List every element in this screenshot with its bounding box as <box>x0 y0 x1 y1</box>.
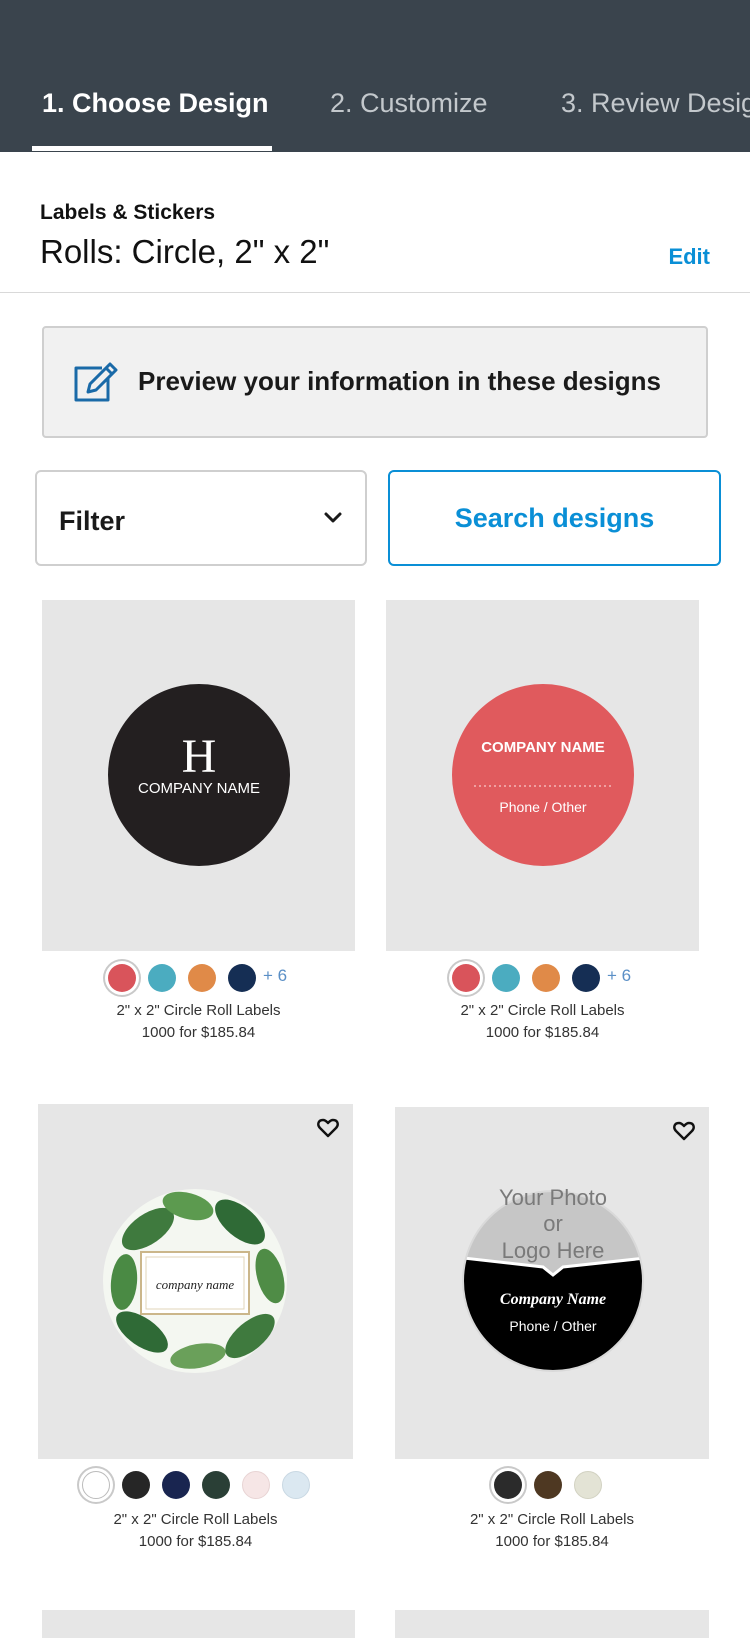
color-swatch[interactable] <box>122 1471 150 1499</box>
color-swatches <box>80 1471 330 1505</box>
step-choose-design[interactable]: 1. Choose Design <box>42 88 269 119</box>
design-art-phone: Phone / Other <box>499 799 587 815</box>
design-caption: 2" x 2" Circle Roll Labels 1000 for $185… <box>386 1000 699 1044</box>
step-bar: 1. Choose Design 2. Customize 3. Review … <box>0 0 750 152</box>
edit-icon <box>74 362 118 402</box>
design-art-company: company name <box>156 1277 235 1292</box>
color-swatch[interactable] <box>202 1471 230 1499</box>
design-card-image[interactable] <box>42 1610 355 1638</box>
design-preview-art: H COMPANY NAME <box>108 684 290 866</box>
filter-dropdown[interactable]: Filter <box>35 470 367 566</box>
color-swatch[interactable] <box>242 1471 270 1499</box>
design-preview-art: company name <box>103 1189 287 1373</box>
color-swatch[interactable] <box>162 1471 190 1499</box>
chevron-down-icon <box>324 512 342 523</box>
search-designs-button[interactable]: Search designs <box>388 470 721 566</box>
product-title: Rolls: Circle, 2" x 2" <box>40 233 330 270</box>
step-customize[interactable]: 2. Customize <box>330 88 488 119</box>
color-swatch[interactable] <box>574 1471 602 1499</box>
design-title: 2" x 2" Circle Roll Labels <box>113 1511 278 1528</box>
color-swatch[interactable] <box>188 964 216 992</box>
design-title: 2" x 2" Circle Roll Labels <box>469 1511 635 1528</box>
design-caption: 2" x 2" Circle Roll Labels 1000 for $185… <box>38 1509 353 1553</box>
design-art-phone: Phone / Other <box>509 1318 597 1334</box>
design-price: 1000 for $185.84 <box>141 1024 256 1041</box>
color-swatch[interactable] <box>572 964 600 992</box>
color-swatches <box>492 1471 622 1505</box>
active-step-indicator <box>32 146 272 151</box>
color-swatches: + 6 <box>106 964 306 998</box>
color-swatch[interactable] <box>534 1471 562 1499</box>
color-swatch[interactable] <box>532 964 560 992</box>
design-card-image[interactable]: Your Photo or Logo Here Company Name Pho… <box>395 1107 709 1459</box>
design-art-photo-line: Your Photo <box>499 1185 607 1210</box>
design-art-photo-line: or <box>543 1211 563 1236</box>
design-art-company: COMPANY NAME <box>138 780 260 797</box>
design-preview-art: COMPANY NAME Phone / Other <box>452 684 634 866</box>
step-review-design[interactable]: 3. Review Design <box>561 88 750 119</box>
design-price: 1000 for $185.84 <box>495 1533 609 1550</box>
design-art-company: Company Name <box>500 1291 606 1308</box>
design-art-monogram: H <box>182 730 217 783</box>
design-price: 1000 for $185.84 <box>485 1024 600 1041</box>
color-swatch[interactable] <box>494 1471 522 1499</box>
preview-info-text: Preview your information in these design… <box>138 366 662 396</box>
color-swatch[interactable] <box>108 964 136 992</box>
color-swatches: + 6 <box>450 964 650 998</box>
design-title: 2" x 2" Circle Roll Labels <box>116 1002 281 1019</box>
design-art-company: COMPANY NAME <box>481 739 605 756</box>
design-card-image[interactable] <box>395 1610 709 1638</box>
design-caption: 2" x 2" Circle Roll Labels 1000 for $185… <box>42 1000 355 1044</box>
design-preview-art: Your Photo or Logo Here Company Name Pho… <box>462 1185 644 1372</box>
edit-product-link[interactable]: Edit <box>668 244 710 270</box>
filter-label: Filter <box>59 506 126 536</box>
design-card-image[interactable]: COMPANY NAME Phone / Other <box>386 600 699 951</box>
design-caption: 2" x 2" Circle Roll Labels 1000 for $185… <box>395 1509 709 1553</box>
color-swatch[interactable] <box>228 964 256 992</box>
color-swatch[interactable] <box>148 964 176 992</box>
header-divider <box>0 292 750 293</box>
color-swatch[interactable] <box>452 964 480 992</box>
design-price: 1000 for $185.84 <box>138 1533 253 1550</box>
design-card-image[interactable]: company name <box>38 1104 353 1459</box>
more-colors-link[interactable]: + 6 <box>607 966 631 986</box>
design-title: 2" x 2" Circle Roll Labels <box>460 1002 625 1019</box>
design-art-photo-line: Logo Here <box>502 1238 605 1263</box>
design-card-image[interactable]: H COMPANY NAME <box>42 600 355 951</box>
color-swatch[interactable] <box>282 1471 310 1499</box>
preview-info-button[interactable]: Preview your information in these design… <box>42 326 708 438</box>
color-swatch[interactable] <box>492 964 520 992</box>
product-category: Labels & Stickers <box>40 201 216 224</box>
color-swatch[interactable] <box>82 1471 110 1499</box>
more-colors-link[interactable]: + 6 <box>263 966 287 986</box>
